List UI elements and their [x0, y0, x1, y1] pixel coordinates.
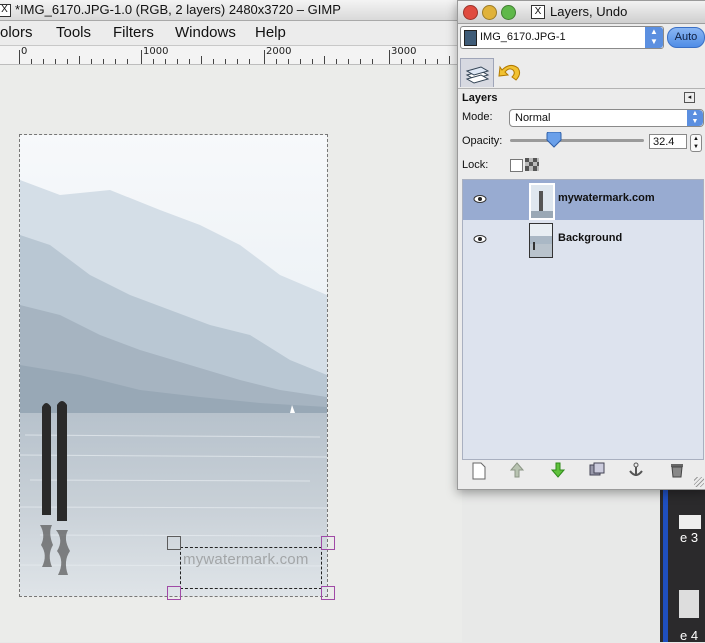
tab-layers[interactable]: [460, 58, 494, 87]
opacity-slider[interactable]: [510, 139, 644, 142]
menu-bar: olors Tools Filters Windows Help: [0, 21, 460, 46]
close-button[interactable]: [463, 5, 478, 20]
auto-button[interactable]: Auto: [667, 27, 705, 48]
trash-icon: [671, 464, 683, 478]
panel-heading: Layers: [462, 92, 498, 104]
lake-photo: [20, 135, 327, 596]
zoom-button[interactable]: [501, 5, 516, 20]
new-layer-icon: [472, 462, 486, 480]
background-window-text: e 3: [680, 530, 699, 545]
opacity-label: Opacity:: [462, 135, 503, 147]
background-window-edge: [663, 488, 668, 642]
arrow-up-icon: [509, 462, 525, 478]
horizontal-ruler[interactable]: 0 1000 2000 3000: [0, 46, 460, 65]
layers-dialog: X Layers, Undo IMG_6170.JPG-1 ▲ ▼ Auto La…: [457, 0, 705, 490]
layer-name: mywatermark.com: [558, 192, 655, 204]
menu-colors[interactable]: olors: [0, 24, 33, 41]
x11-icon: X: [0, 4, 11, 18]
updown-arrows-icon: ▲ ▼: [645, 27, 663, 48]
x11-icon: X: [531, 5, 545, 19]
raise-layer-button[interactable]: [508, 462, 526, 480]
layer-thumbnail: [529, 223, 553, 258]
image-window-title-bar: X *IMG_6170.JPG-1.0 (RGB, 2 layers) 2480x…: [0, 0, 460, 21]
image-selector[interactable]: IMG_6170.JPG-1 ▲ ▼: [460, 26, 664, 49]
updown-arrows-icon: ▲ ▼: [687, 110, 703, 126]
anchor-layer-button[interactable]: [627, 462, 645, 480]
panel-menu-icon[interactable]: ◂: [684, 92, 695, 103]
ruler-label-2000: 2000: [266, 46, 292, 57]
layers-list[interactable]: mywatermark.com Background: [462, 179, 704, 460]
image-canvas[interactable]: [19, 134, 328, 597]
image-window-title: *IMG_6170.JPG-1.0 (RGB, 2 layers) 2480x3…: [15, 2, 341, 17]
menu-help[interactable]: Help: [255, 24, 286, 41]
eye-icon[interactable]: [473, 234, 487, 244]
layer-row[interactable]: mywatermark.com: [463, 180, 703, 220]
undo-icon: [498, 64, 521, 81]
lock-label: Lock:: [462, 159, 489, 171]
tab-undo[interactable]: [494, 58, 526, 86]
layer-thumbnail: [529, 183, 555, 220]
transform-handle-top-left[interactable]: [167, 536, 181, 550]
alpha-checker-icon[interactable]: [525, 158, 539, 171]
background-window-text-2: e 4: [680, 628, 699, 643]
transform-handle-bottom-right[interactable]: [321, 586, 335, 600]
layers-button-row: [462, 460, 702, 484]
mode-label: Mode:: [462, 111, 493, 123]
opacity-input[interactable]: 32.4: [649, 134, 687, 149]
new-layer-button[interactable]: [470, 462, 488, 480]
duplicate-icon: [589, 462, 605, 476]
opacity-slider-knob[interactable]: [546, 132, 562, 148]
background-window-thumb: [679, 515, 701, 529]
resize-grip[interactable]: [694, 477, 704, 487]
lower-layer-button[interactable]: [549, 462, 567, 480]
image-thumbnail-icon: [464, 30, 477, 46]
mode-value: Normal: [515, 112, 551, 124]
layers-icon: [465, 66, 490, 84]
watermark-text: mywatermark.com: [183, 551, 309, 568]
delete-layer-button[interactable]: [668, 462, 686, 480]
dock-tab-strip: [458, 56, 705, 89]
opacity-spin-button[interactable]: ▲ ▼: [690, 134, 702, 152]
transform-handle-bottom-left[interactable]: [167, 586, 181, 600]
transform-handle-top-right[interactable]: [321, 536, 335, 550]
ruler-label-1000: 1000: [143, 46, 169, 57]
background-window-thumb-2: [679, 590, 699, 618]
layer-row[interactable]: Background: [463, 220, 703, 260]
ruler-label-3000: 3000: [391, 46, 417, 57]
mode-select[interactable]: Normal ▲ ▼: [509, 109, 704, 127]
layers-dialog-title-bar[interactable]: X Layers, Undo: [458, 1, 705, 24]
layer-name: Background: [558, 232, 623, 244]
ruler-label-0: 0: [21, 46, 28, 57]
image-selector-label: IMG_6170.JPG-1: [480, 31, 566, 43]
menu-windows[interactable]: Windows: [175, 24, 236, 41]
duplicate-layer-button[interactable]: [588, 462, 606, 480]
minimize-button[interactable]: [482, 5, 497, 20]
layers-dialog-title: Layers, Undo: [550, 4, 628, 19]
arrow-down-icon: [550, 462, 566, 478]
menu-tools[interactable]: Tools: [56, 24, 91, 41]
menu-filters[interactable]: Filters: [113, 24, 154, 41]
anchor-icon: [629, 462, 643, 476]
eye-icon[interactable]: [473, 194, 487, 204]
lock-pixels-checkbox[interactable]: [510, 159, 523, 172]
